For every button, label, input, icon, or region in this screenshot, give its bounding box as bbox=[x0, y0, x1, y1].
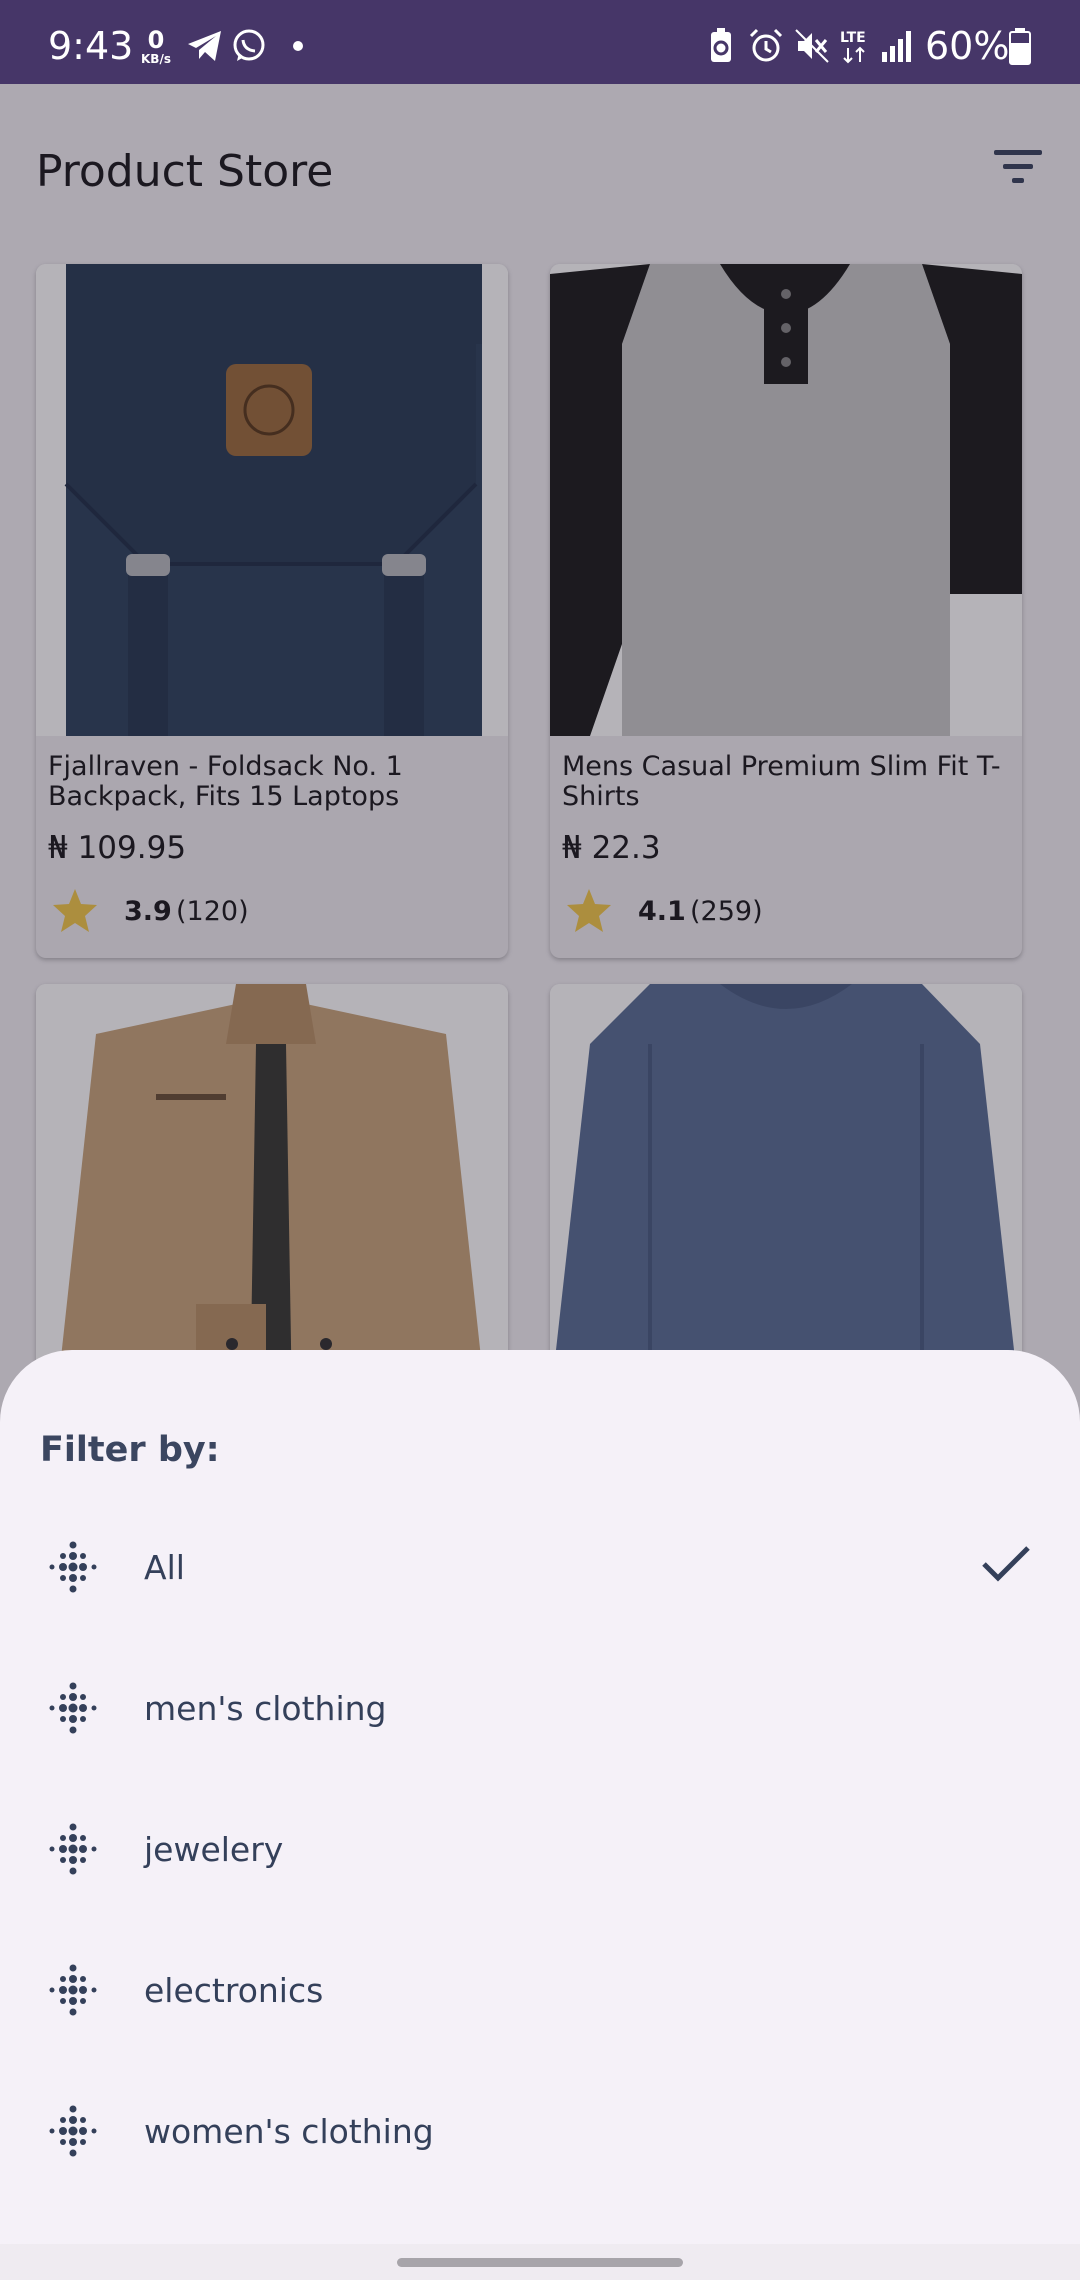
sheet-title: Filter by: bbox=[40, 1430, 220, 1470]
signal-icon bbox=[882, 31, 911, 62]
filter-option-electronics[interactable]: electronics bbox=[0, 1929, 1080, 2049]
filter-option-label: jewelery bbox=[144, 1830, 284, 1869]
gesture-nav-bar bbox=[0, 2244, 1080, 2280]
check-icon bbox=[982, 1546, 1030, 1582]
status-time: 9:43 bbox=[48, 24, 134, 68]
category-dots-icon bbox=[49, 2105, 97, 2157]
net-speed: 0 KB/s bbox=[136, 28, 176, 66]
filter-option-all[interactable]: All bbox=[0, 1506, 1080, 1626]
whatsapp-icon bbox=[233, 29, 265, 61]
battery-icon bbox=[1009, 28, 1031, 65]
mute-icon bbox=[795, 29, 829, 63]
filter-option-label: men's clothing bbox=[144, 1689, 387, 1728]
category-dots-icon bbox=[49, 1964, 97, 2016]
filter-option-label: electronics bbox=[144, 1971, 324, 2010]
net-speed-value: 0 bbox=[147, 26, 165, 54]
filter-option-label: women's clothing bbox=[144, 2112, 434, 2151]
alarm-icon bbox=[749, 28, 783, 62]
status-bar: 9:43 0 KB/s LTE 60% bbox=[0, 0, 1080, 84]
net-speed-unit: KB/s bbox=[141, 52, 171, 66]
lte-icon: LTE bbox=[840, 30, 866, 64]
dot-icon bbox=[293, 41, 303, 51]
category-dots-icon bbox=[49, 1823, 97, 1875]
category-dots-icon bbox=[49, 1541, 97, 1593]
category-dots-icon bbox=[49, 1682, 97, 1734]
battery-saver-icon bbox=[711, 28, 731, 62]
filter-option-mens-clothing[interactable]: men's clothing bbox=[0, 1647, 1080, 1767]
telegram-icon bbox=[188, 31, 221, 61]
battery-percent: 60% bbox=[925, 24, 1010, 68]
filter-bottom-sheet: Filter by: All men's clothing jewelery e… bbox=[0, 1350, 1080, 2280]
filter-option-jewelery[interactable]: jewelery bbox=[0, 1788, 1080, 1908]
filter-option-label: All bbox=[144, 1548, 185, 1587]
filter-option-womens-clothing[interactable]: women's clothing bbox=[0, 2070, 1080, 2190]
lte-label: LTE bbox=[840, 30, 866, 46]
home-handle[interactable] bbox=[397, 2258, 683, 2267]
